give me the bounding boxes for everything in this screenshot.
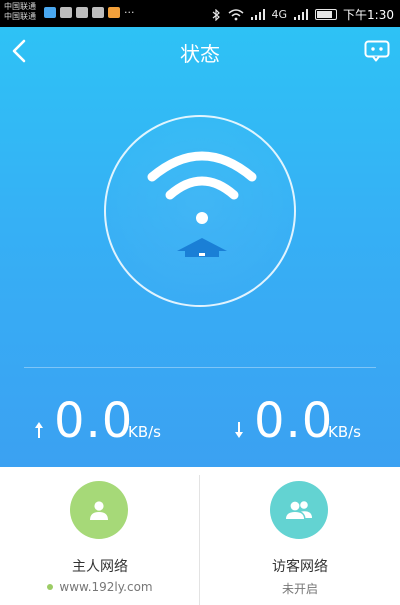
chat-notification-icon [60,7,72,18]
upload-speed-value: 0.0 [54,393,134,449]
guest-network-avatar [270,481,328,539]
host-network-subtitle: www.192ly.com [0,580,200,594]
guest-network-card[interactable]: 访客网络 未开启 [200,467,400,605]
chat-bubble-icon [364,40,390,62]
cell-signal-icon-2 [294,8,309,20]
overflow-indicator: ··· [124,6,135,19]
wifi-signal-icon [228,8,244,20]
app-notification-icon [108,7,120,18]
router-status-circle[interactable] [104,115,296,307]
bluetooth-icon [212,8,220,21]
host-network-domain: www.192ly.com [59,580,153,594]
heart-notification-icon [92,7,104,18]
home-icon [177,238,227,257]
carrier-line-2: 中国联通 [4,12,36,21]
network-type: 4G [271,8,288,21]
arrow-up-icon [35,422,43,438]
battery-icon [315,9,338,20]
app-notification-icon [44,7,56,18]
status-panel: 状态 0.0 KB/s 0.0 KB/s [0,27,400,467]
guest-network-status: 未开启 [281,582,318,596]
guest-network-label: 访客网络 [272,559,328,575]
app-header: 状态 [0,27,400,75]
wifi-icon [147,151,257,257]
divider [24,367,376,368]
host-network-label: 主人网络 [72,559,128,575]
download-speed-unit: KB/s [328,423,361,441]
chat-button[interactable] [364,40,390,62]
carrier-label: 中国联通 中国联通 [4,2,36,22]
network-panel: 主人网络 www.192ly.com 访客网络 未开启 [0,467,400,605]
status-bar: 中国联通 中国联通 ··· 4G 下午1:30 [0,0,400,27]
online-dot-icon [47,583,54,590]
person-icon [90,501,108,520]
system-status: 4G 下午1:30 [210,6,394,23]
host-network-card[interactable]: 主人网络 www.192ly.com [0,467,200,605]
host-network-avatar [70,481,128,539]
group-icon [286,501,312,519]
clock: 下午1:30 [343,8,394,22]
upload-speed-unit: KB/s [128,423,161,441]
cell-signal-icon [250,8,265,20]
notification-icons: ··· [44,7,135,18]
arrow-down-icon [235,422,243,438]
mail-notification-icon [76,7,88,18]
download-speed-value: 0.0 [254,393,334,449]
page-title: 状态 [180,42,220,66]
carrier-line-1: 中国联通 [4,2,36,11]
